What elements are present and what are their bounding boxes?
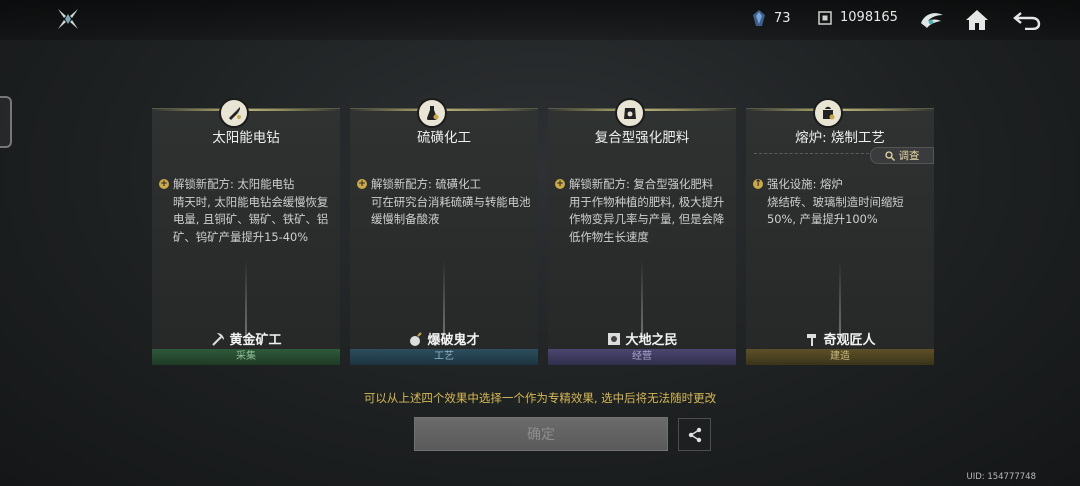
back-arrow-icon[interactable] — [1012, 6, 1042, 34]
crystal-icon — [753, 10, 765, 26]
investigate-button[interactable]: 调查 — [870, 147, 934, 164]
card-effect: + 解锁新配方: 硫磺化工 可在研究台消耗硫磺与转能电池缓慢制备酸液 — [357, 176, 531, 229]
card-effect: ↑ 强化设施: 熔炉 烧结砖、玻璃制造时间缩短50%, 产量提升100% — [753, 176, 927, 229]
user-id: UID: 154777748 — [966, 472, 1036, 482]
confirm-button[interactable]: 确定 — [414, 417, 668, 451]
specialization-card-compound-fertilizer[interactable]: 复合型强化肥料 + 解锁新配方: 复合型强化肥料 用于作物种植的肥料, 极大提升… — [548, 108, 736, 365]
share-button[interactable] — [678, 418, 711, 451]
drill-icon — [219, 98, 249, 128]
role-name: 爆破鬼才 — [350, 329, 538, 348]
fertilizer-bag-icon — [615, 98, 645, 128]
category-bar: 工艺 — [350, 349, 538, 365]
furnace-icon — [813, 98, 843, 128]
card-title: 复合型强化肥料 — [594, 130, 690, 146]
top-bar: 73 1098165 — [0, 0, 1080, 40]
light-beam — [245, 259, 247, 339]
effect-label: 解锁新配方: 太阳能电钻 — [173, 177, 295, 191]
card-title: 熔炉: 烧制工艺 — [795, 130, 885, 146]
light-beam — [839, 259, 841, 339]
wing-emblem-icon[interactable] — [917, 6, 947, 34]
category-bar: 采集 — [152, 349, 340, 365]
effect-description: 烧结砖、玻璃制造时间缩短50%, 产量提升100% — [767, 194, 904, 227]
role-name: 大地之民 — [548, 329, 736, 348]
hammer-icon — [807, 333, 817, 346]
effect-label: 强化设施: 熔炉 — [767, 177, 843, 191]
dotted-divider — [754, 153, 874, 154]
card-effect: + 解锁新配方: 复合型强化肥料 用于作物种植的肥料, 极大提升作物变异几率与产… — [555, 176, 729, 246]
effect-label: 解锁新配方: 硫磺化工 — [371, 177, 481, 191]
bomb-icon — [410, 331, 423, 346]
light-beam — [443, 259, 445, 339]
chemical-bottle-icon — [417, 98, 447, 128]
category-bar: 建造 — [746, 349, 934, 365]
card-effect: + 解锁新配方: 太阳能电钻 晴天时, 太阳能电钻会缓慢恢复电量, 且铜矿、锡矿… — [159, 176, 333, 246]
currency-icon — [818, 10, 832, 25]
specialization-card-solar-drill[interactable]: 太阳能电钻 + 解锁新配方: 太阳能电钻 晴天时, 太阳能电钻会缓慢恢复电量, … — [152, 108, 340, 365]
currency-amount: 1098165 — [840, 10, 898, 25]
plus-bullet-icon: + — [159, 179, 169, 189]
selection-hint: 可以从上述四个效果中选择一个作为专精效果, 选中后将无法随时更改 — [363, 391, 717, 405]
effect-description: 晴天时, 太阳能电钻会缓慢恢复电量, 且铜矿、锡矿、铁矿、铝矿、钨矿产量提升15… — [173, 194, 329, 244]
card-title: 硫磺化工 — [417, 130, 471, 146]
pickaxe-icon — [212, 332, 225, 346]
crossed-swords-emblem-icon[interactable] — [56, 7, 80, 31]
currency-counter: 1098165 — [818, 10, 898, 25]
specialization-card-furnace[interactable]: 熔炉: 烧制工艺 调查 ↑ 强化设施: 熔炉 烧结砖、玻璃制造时间缩短50%, … — [746, 108, 934, 365]
effect-description: 用于作物种植的肥料, 极大提升作物变异几率与产量, 但是会降低作物生长速度 — [569, 194, 725, 244]
card-title: 太阳能电钻 — [212, 130, 280, 146]
farmer-icon — [608, 332, 621, 345]
share-icon — [688, 427, 701, 442]
side-drawer-handle[interactable] — [0, 96, 12, 148]
crystal-count: 73 — [774, 10, 791, 26]
role-name: 奇观匠人 — [746, 329, 934, 348]
plus-bullet-icon: + — [357, 179, 367, 189]
crystal-counter: 73 — [752, 10, 791, 26]
upgrade-bullet-icon: ↑ — [753, 179, 763, 189]
effect-label: 解锁新配方: 复合型强化肥料 — [569, 177, 714, 191]
light-beam — [641, 259, 643, 339]
category-bar: 经营 — [548, 349, 736, 365]
magnifier-icon — [884, 150, 895, 161]
home-icon[interactable] — [962, 6, 992, 34]
specialization-card-sulfur-chemistry[interactable]: 硫磺化工 + 解锁新配方: 硫磺化工 可在研究台消耗硫磺与转能电池缓慢制备酸液 … — [350, 108, 538, 365]
plus-bullet-icon: + — [555, 179, 565, 189]
effect-description: 可在研究台消耗硫磺与转能电池缓慢制备酸液 — [371, 194, 531, 227]
role-name: 黄金矿工 — [152, 329, 340, 348]
